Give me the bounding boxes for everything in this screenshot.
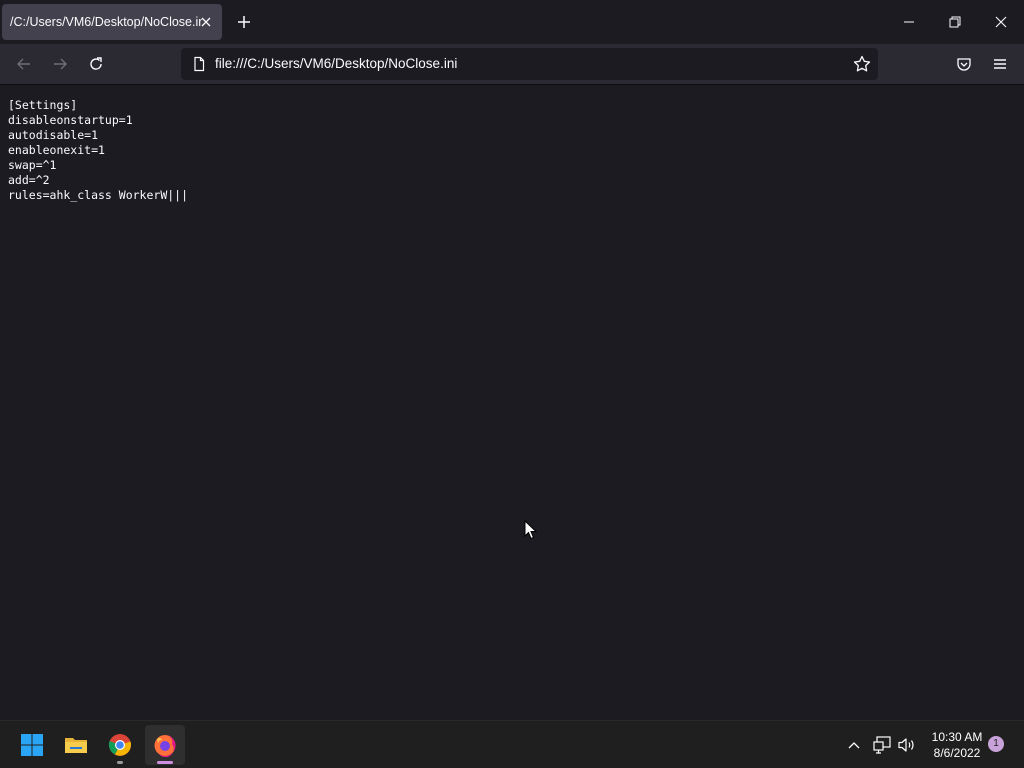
- menu-button[interactable]: [984, 48, 1016, 80]
- url-text[interactable]: file:///C:/Users/VM6/Desktop/NoClose.ini: [215, 48, 457, 80]
- pocket-button[interactable]: [948, 48, 980, 80]
- chevron-up-icon[interactable]: [844, 735, 864, 755]
- tab-title: /C:/Users/VM6/Desktop/NoClose.ini: [10, 15, 202, 29]
- folder-icon: [65, 738, 87, 753]
- start-button[interactable]: [12, 725, 52, 765]
- forward-arrow-icon: [54, 58, 67, 70]
- pocket-icon: [957, 58, 971, 71]
- star-icon[interactable]: [852, 54, 872, 74]
- hamburger-menu-icon: [994, 59, 1006, 69]
- active-indicator: [157, 761, 173, 764]
- taskbar: 10:30 AM 8/6/2022: [0, 720, 1024, 768]
- chrome-button[interactable]: [100, 725, 140, 765]
- plus-icon[interactable]: [232, 10, 256, 34]
- forward-button[interactable]: [44, 48, 76, 80]
- reload-icon: [90, 57, 102, 70]
- restore-button[interactable]: [932, 0, 978, 44]
- clock-date: 8/6/2022: [933, 746, 981, 760]
- windows-logo-icon: [21, 734, 43, 756]
- firefox-icon: [154, 734, 176, 757]
- tab-noclose-ini[interactable]: /C:/Users/VM6/Desktop/NoClose.ini: [2, 4, 222, 40]
- chrome-icon: [108, 734, 131, 756]
- navigation-toolbar: file:///C:/Users/VM6/Desktop/NoClose.ini: [0, 44, 1024, 85]
- close-window-button[interactable]: [978, 0, 1024, 44]
- system-clock[interactable]: 10:30 AM 8/6/2022: [924, 729, 990, 761]
- minimize-icon: [904, 21, 914, 23]
- firefox-button[interactable]: [145, 725, 185, 765]
- volume-icon[interactable]: [897, 735, 917, 755]
- close-icon[interactable]: [196, 12, 216, 32]
- tab-strip: /C:/Users/VM6/Desktop/NoClose.ini: [0, 0, 1024, 44]
- page-content: [Settings] disableonstartup=1 autodisabl…: [0, 85, 1024, 720]
- page-icon: [191, 56, 207, 72]
- minimize-button[interactable]: [886, 0, 932, 44]
- address-bar[interactable]: file:///C:/Users/VM6/Desktop/NoClose.ini: [181, 48, 878, 80]
- file-explorer-button[interactable]: [56, 725, 96, 765]
- clock-time: 10:30 AM: [931, 730, 983, 744]
- back-button[interactable]: [8, 48, 40, 80]
- running-indicator: [117, 761, 123, 764]
- ini-file-text: [Settings] disableonstartup=1 autodisabl…: [8, 98, 189, 202]
- mouse-pointer-icon: [524, 519, 538, 540]
- back-arrow-icon: [17, 58, 30, 70]
- reload-button[interactable]: [80, 48, 112, 80]
- restore-icon: [949, 16, 961, 28]
- notification-badge[interactable]: 1: [988, 736, 1004, 752]
- network-icon[interactable]: [872, 735, 892, 755]
- desktop-screen: /C:/Users/VM6/Desktop/NoClose.ini file:/…: [0, 0, 1024, 768]
- close-icon: [995, 16, 1007, 28]
